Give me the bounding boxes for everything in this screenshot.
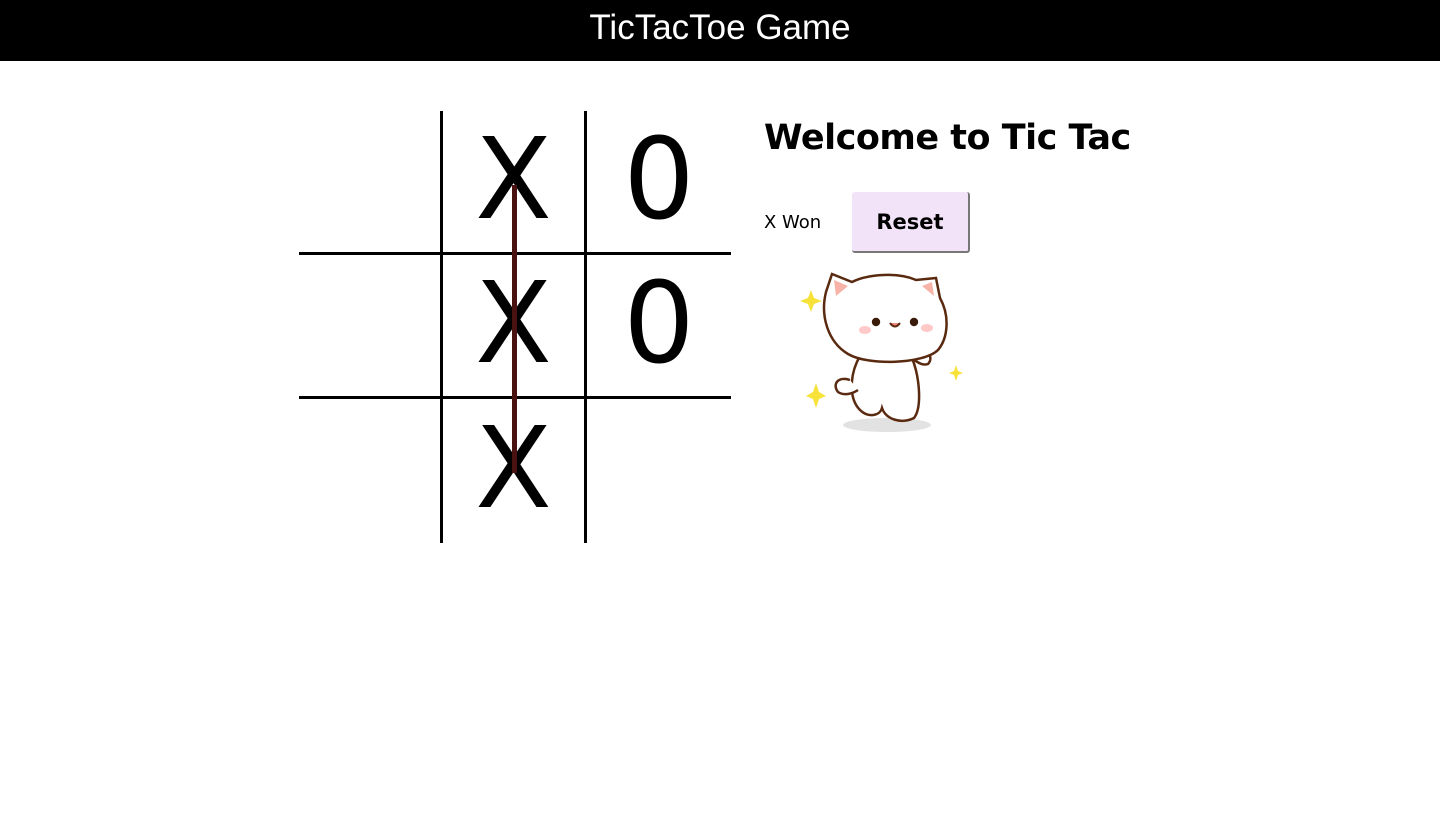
page-title: TicTacToe Game (589, 8, 851, 47)
board-cell-3[interactable]: 0 (587, 111, 731, 255)
header-bar: TicTacToe Game (0, 0, 1440, 61)
dancing-cat-icon (800, 272, 963, 432)
game-status: X Won (764, 212, 822, 233)
board-cell-4[interactable] (299, 255, 443, 399)
welcome-heading: Welcome to Tic Tac (764, 118, 1131, 158)
status-row: X Won Reset (764, 192, 970, 253)
board-cell-7[interactable] (299, 399, 443, 543)
info-panel: Welcome to Tic Tac (764, 118, 1131, 158)
board-cell-1[interactable] (299, 111, 443, 255)
winning-line (512, 185, 517, 473)
reset-button[interactable]: Reset (852, 192, 970, 253)
board-cell-9[interactable] (587, 399, 731, 543)
board-cell-6[interactable]: 0 (587, 255, 731, 399)
